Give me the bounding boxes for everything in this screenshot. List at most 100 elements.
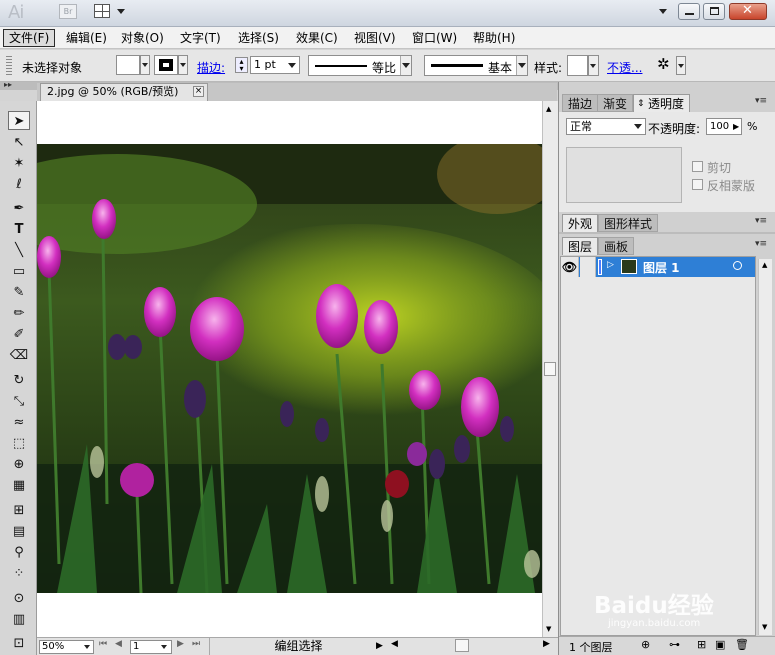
- tab-graphic-styles[interactable]: 图形样式: [598, 214, 659, 232]
- type-tool[interactable]: T: [8, 220, 30, 239]
- layer-row[interactable]: 👁 ▷ 图层 1: [561, 257, 755, 277]
- stroke-panel-link[interactable]: 描边:: [197, 59, 225, 76]
- panel-menu-icon[interactable]: ▾≡: [755, 216, 767, 226]
- eyedropper-tool[interactable]: ⚲: [8, 543, 30, 562]
- tab-artboards[interactable]: 画板: [598, 237, 635, 255]
- menu-view[interactable]: 视图(V): [349, 29, 401, 47]
- scale-tool[interactable]: ⤡: [8, 392, 30, 411]
- profile-dropdown[interactable]: [400, 56, 411, 75]
- locate-object-icon[interactable]: ⊕: [641, 638, 650, 651]
- current-tool-status[interactable]: 编组选择 ▶: [209, 638, 387, 655]
- opacity-mask-thumbnail[interactable]: [566, 147, 682, 203]
- line-segment-tool[interactable]: ╲: [8, 241, 30, 260]
- tab-transparency[interactable]: ⇕ 透明度: [633, 94, 691, 112]
- fill-dropdown[interactable]: [140, 55, 150, 75]
- status-menu-arrow-icon[interactable]: ▶: [376, 638, 383, 655]
- selection-tool[interactable]: ➤: [8, 111, 30, 130]
- blend-tool[interactable]: ⁘: [8, 564, 30, 583]
- panel-menu-icon[interactable]: ▾≡: [755, 239, 767, 249]
- tab-gradient[interactable]: 渐变: [597, 94, 634, 112]
- stroke-weight-stepper[interactable]: ▴ ▾: [235, 57, 248, 73]
- opacity-panel-link[interactable]: 不透...: [607, 59, 642, 76]
- maximize-button[interactable]: [703, 3, 725, 20]
- artboard-tool[interactable]: ⊡: [8, 634, 30, 653]
- vertical-scroll-thumb[interactable]: [544, 362, 556, 376]
- mesh-tool[interactable]: ⊞: [8, 501, 30, 520]
- perspective-grid-tool[interactable]: ▦: [8, 476, 30, 495]
- scroll-down-icon[interactable]: ▼: [762, 623, 767, 631]
- menu-help[interactable]: 帮助(H): [468, 29, 520, 47]
- magic-wand-tool[interactable]: ✶: [8, 154, 30, 173]
- document-tab[interactable]: 2.jpg @ 50% (RGB/预览): [40, 83, 208, 101]
- opacity-slider-arrow-icon[interactable]: ▶: [733, 119, 739, 134]
- menu-object[interactable]: 对象(O): [116, 29, 169, 47]
- arrange-dropdown-arrow-icon[interactable]: [117, 9, 125, 14]
- previous-artboard-icon[interactable]: ◀: [115, 639, 122, 649]
- first-artboard-icon[interactable]: ⏮: [99, 639, 107, 649]
- tab-layers[interactable]: 图层: [562, 237, 599, 255]
- last-artboard-icon[interactable]: ⏭: [192, 639, 200, 649]
- menu-window[interactable]: 窗口(W): [407, 29, 462, 47]
- shape-builder-tool[interactable]: ⊕: [8, 455, 30, 474]
- next-artboard-icon[interactable]: ▶: [177, 639, 184, 649]
- vertical-scrollbar[interactable]: ▲ ▼: [542, 101, 558, 637]
- pen-tool[interactable]: ✒: [8, 199, 30, 218]
- scroll-down-icon[interactable]: ▼: [546, 625, 551, 633]
- recolor-artwork-icon[interactable]: ✲: [657, 55, 670, 73]
- rotate-tool[interactable]: ↻: [8, 371, 30, 390]
- close-window-button[interactable]: ✕: [729, 3, 767, 20]
- free-transform-tool[interactable]: ⬚: [8, 434, 30, 453]
- direct-selection-tool[interactable]: ↖: [8, 133, 30, 152]
- menu-effect[interactable]: 效果(C): [291, 29, 343, 47]
- scroll-up-icon[interactable]: ▲: [546, 105, 551, 113]
- create-sublayer-icon[interactable]: ⊞: [697, 638, 706, 651]
- arrange-documents-icon[interactable]: [94, 4, 110, 18]
- rectangle-tool[interactable]: ▭: [8, 262, 30, 281]
- stroke-swatch[interactable]: [154, 55, 178, 75]
- menu-edit[interactable]: 编辑(E): [61, 29, 112, 47]
- tab-appearance[interactable]: 外观: [562, 214, 599, 232]
- stroke-dropdown[interactable]: [178, 55, 188, 75]
- control-bar-grip[interactable]: [6, 56, 12, 76]
- close-document-icon[interactable]: ×: [193, 86, 204, 97]
- graphic-style-swatch[interactable]: [567, 55, 588, 76]
- tulip-photo[interactable]: [37, 144, 542, 593]
- paintbrush-tool[interactable]: ✎: [8, 283, 30, 302]
- layers-scrollbar[interactable]: ▲ ▼: [758, 259, 772, 635]
- expand-layer-icon[interactable]: ▷: [607, 260, 614, 270]
- minimize-button[interactable]: [678, 3, 700, 20]
- bridge-button[interactable]: Br: [59, 4, 77, 19]
- warp-tool[interactable]: ≈: [8, 413, 30, 432]
- brush-dropdown[interactable]: [516, 56, 527, 75]
- lock-toggle[interactable]: [580, 257, 596, 277]
- target-circle-icon[interactable]: [733, 261, 742, 270]
- menu-select[interactable]: 选择(S): [233, 29, 284, 47]
- delete-layer-icon[interactable]: 🗑: [735, 638, 749, 651]
- collapse-toolbar-icon[interactable]: ▸▸: [4, 80, 12, 89]
- stroke-weight-select[interactable]: 1 pt: [250, 56, 300, 74]
- scroll-up-icon[interactable]: ▲: [762, 261, 767, 269]
- lasso-tool[interactable]: ℓ: [8, 175, 30, 194]
- artboard-number-select[interactable]: 1: [130, 640, 172, 654]
- scroll-right-icon[interactable]: ▶: [543, 639, 550, 649]
- variable-width-profile-select[interactable]: 等比: [308, 55, 412, 76]
- clip-checkbox[interactable]: [692, 161, 703, 172]
- eraser-tool[interactable]: ⌫: [8, 346, 30, 365]
- blend-mode-select[interactable]: 正常: [566, 118, 646, 135]
- workspace-dropdown-arrow-icon[interactable]: [659, 9, 667, 14]
- column-graph-tool[interactable]: ▥: [8, 610, 30, 629]
- menu-file[interactable]: 文件(F): [3, 29, 56, 47]
- scroll-left-icon[interactable]: ◀: [391, 639, 398, 649]
- control-panel-menu[interactable]: [676, 56, 686, 75]
- panel-menu-icon[interactable]: ▾≡: [755, 96, 767, 106]
- graphic-style-dropdown[interactable]: [588, 55, 599, 76]
- new-layer-icon[interactable]: ▣: [715, 638, 725, 651]
- gradient-tool[interactable]: ▤: [8, 522, 30, 541]
- zoom-select[interactable]: 50%: [39, 640, 94, 654]
- invert-mask-checkbox[interactable]: [692, 179, 703, 190]
- symbol-sprayer-tool[interactable]: ⊙: [8, 589, 30, 608]
- brush-definition-select[interactable]: 基本: [424, 55, 528, 76]
- opacity-input[interactable]: 100 ▶: [706, 118, 742, 135]
- horizontal-scroll-thumb[interactable]: [455, 639, 469, 652]
- visibility-eye-icon[interactable]: 👁: [561, 257, 579, 277]
